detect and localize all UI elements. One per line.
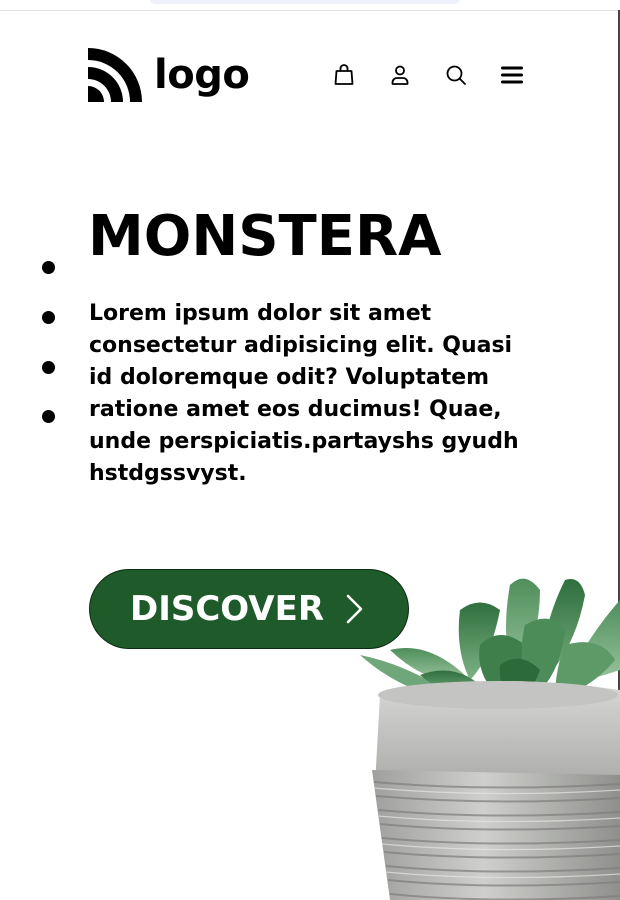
browser-top-bar (0, 0, 620, 11)
discover-button-label: DISCOVER (129, 589, 325, 629)
list-bullet (42, 261, 55, 274)
user-icon (391, 65, 409, 85)
hero-description: Lorem ipsum dolor sit amet consectetur a… (89, 301, 519, 486)
address-bar (150, 0, 460, 4)
shopping-bag-icon (334, 64, 354, 85)
succulent-plant-image (360, 578, 620, 900)
menu-button[interactable] (498, 61, 526, 89)
list-bullet (42, 361, 55, 374)
header-nav (330, 61, 526, 89)
search-button[interactable] (442, 61, 470, 89)
logo-mark-icon (88, 48, 142, 102)
list-bullet (42, 410, 55, 423)
logo[interactable]: logo (88, 48, 250, 102)
cart-button[interactable] (330, 61, 358, 89)
menu-icon (501, 66, 523, 84)
account-button[interactable] (386, 61, 414, 89)
logo-text: logo (154, 52, 250, 98)
hero-title: MONSTERA (88, 204, 442, 269)
page: logo MONSTERA Lorem ipsum dolor sit amet… (0, 0, 620, 900)
search-icon (446, 65, 466, 85)
list-bullet (42, 311, 55, 324)
